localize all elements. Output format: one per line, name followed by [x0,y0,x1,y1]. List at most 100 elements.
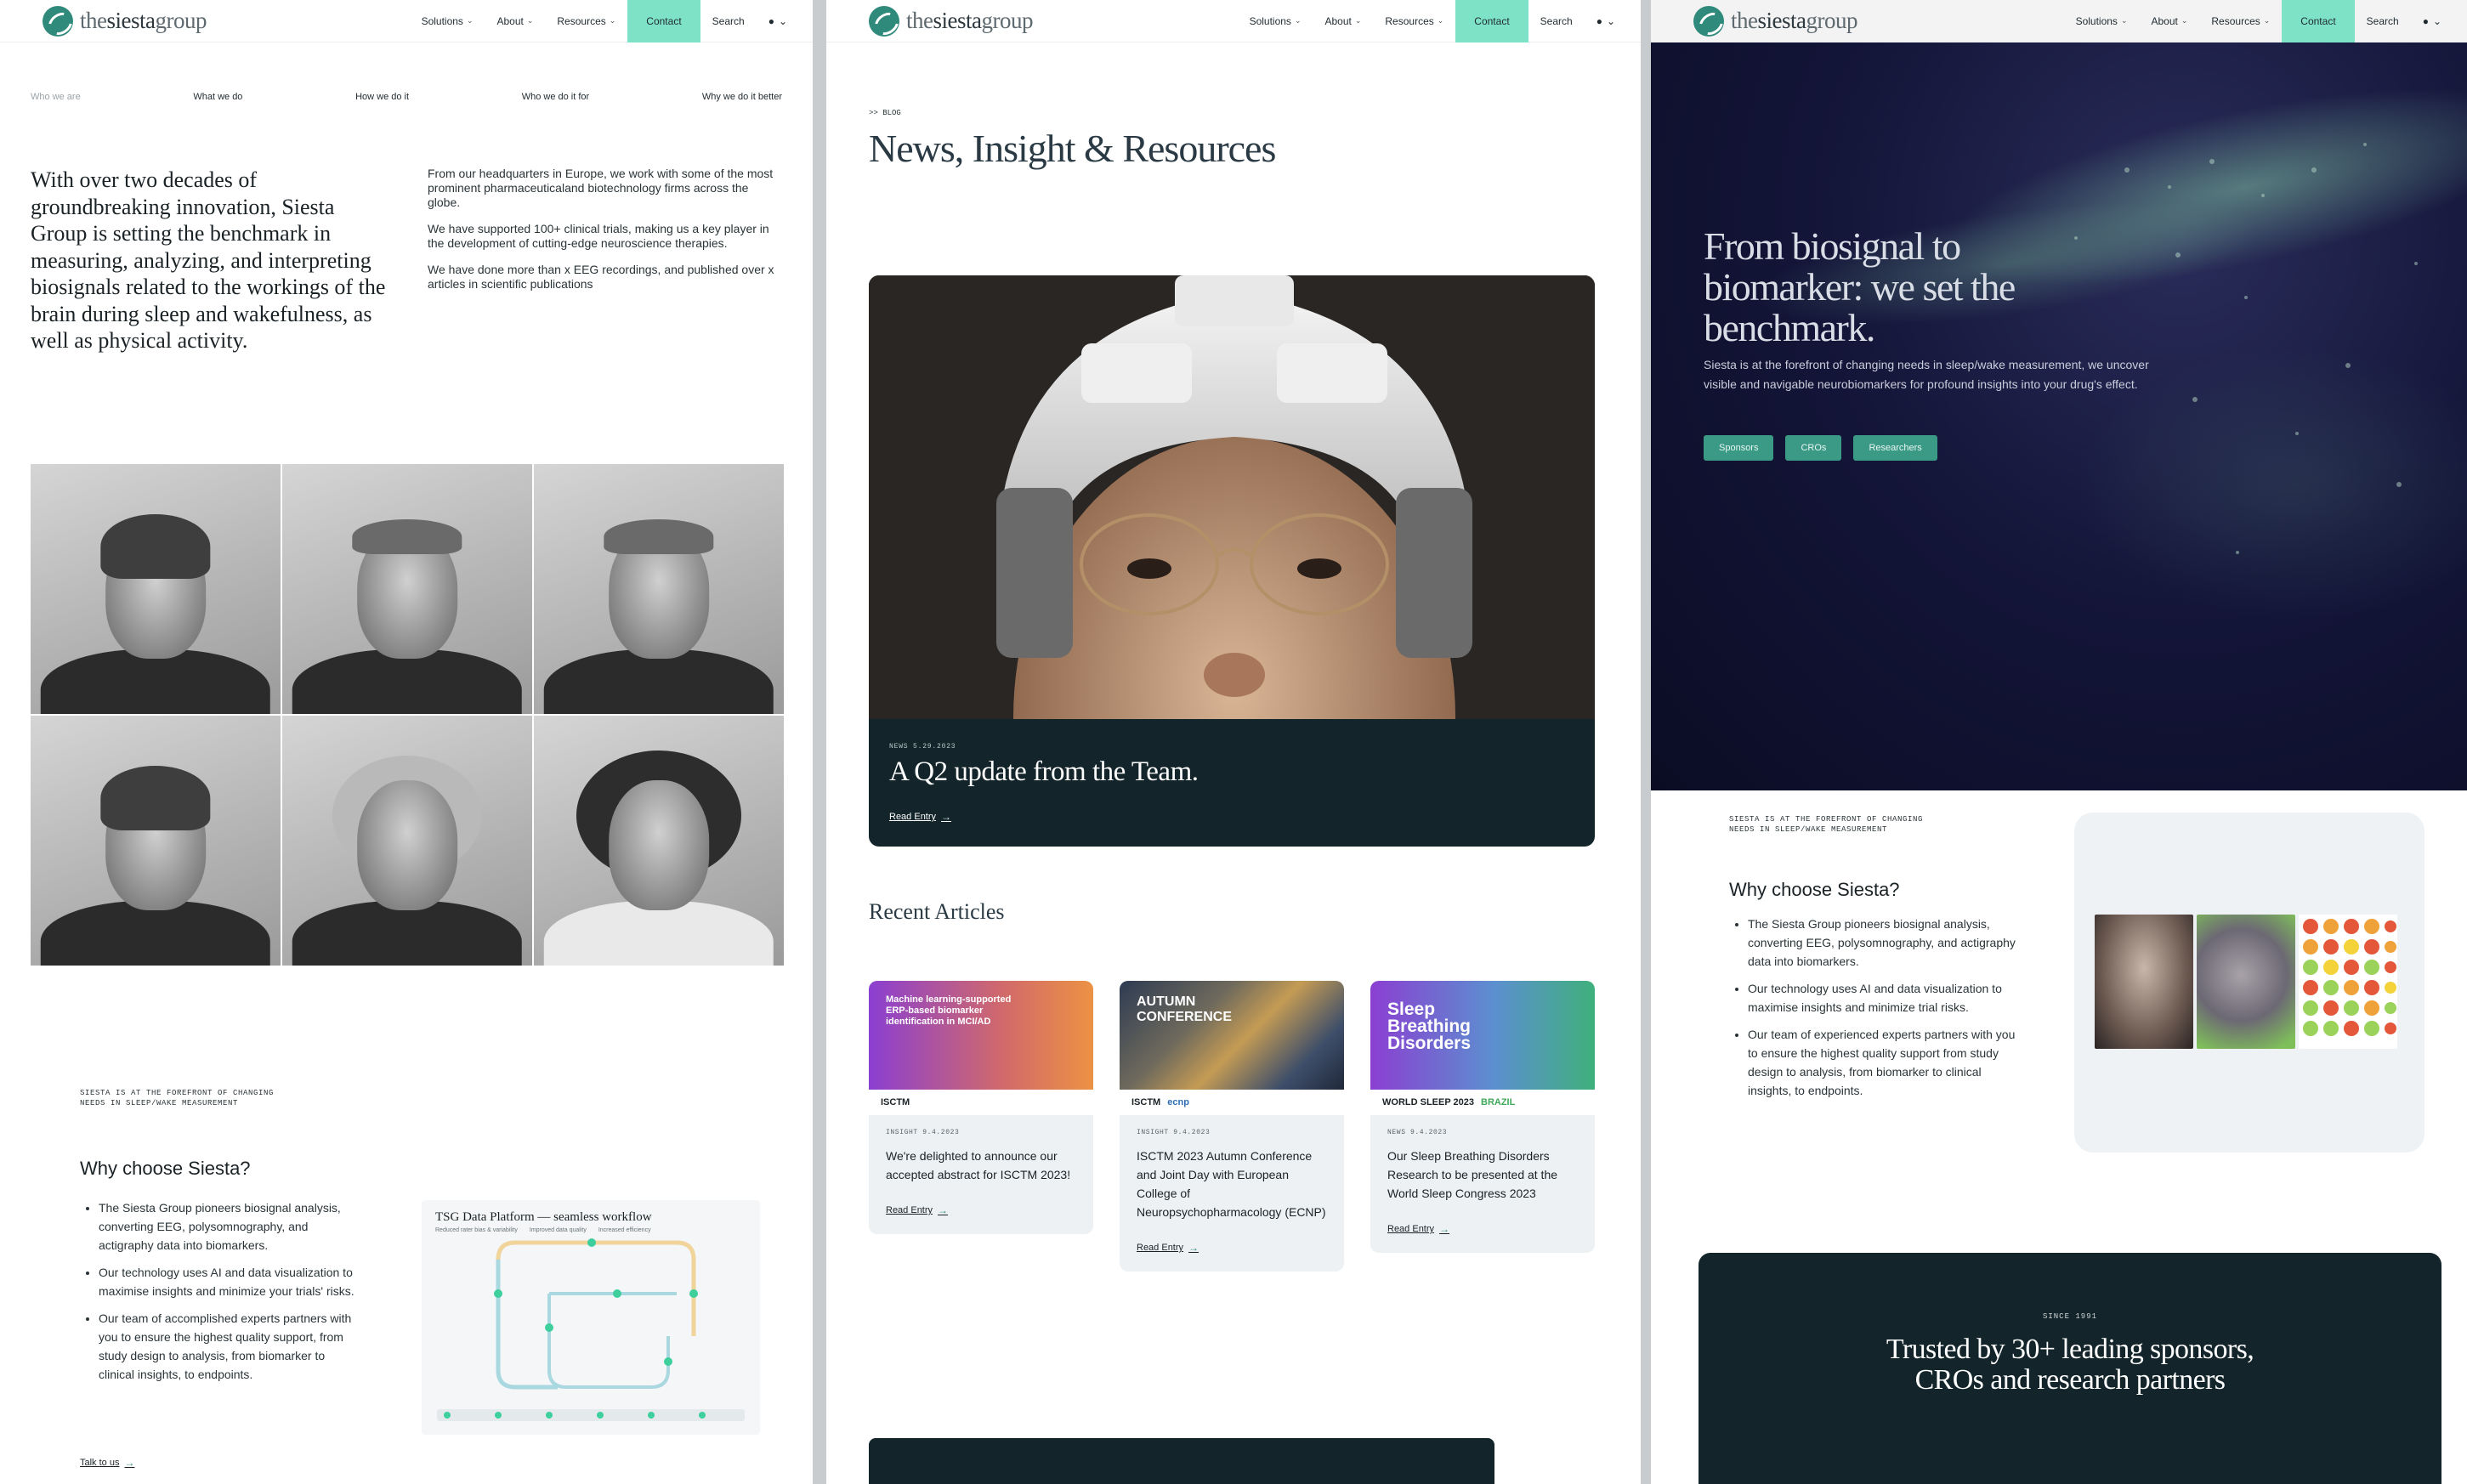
article-meta: INSIGHT 9.4.2023 [1137,1129,1211,1136]
talk-to-us-link[interactable]: Talk to us → [80,1457,134,1469]
about-subnav: Who we are What we do How we do it Who w… [31,92,782,102]
globe-icon: ● [2422,14,2429,27]
article-logos: ISCTM ecnp [1120,1090,1344,1115]
read-entry-link[interactable]: Read Entry → [886,1204,948,1216]
panel-divider [813,0,826,1484]
siesta-logo-icon [869,5,899,37]
subnav-what-we-do[interactable]: What we do [193,92,242,102]
subnav-how-we-do-it[interactable]: How we do it [355,92,409,102]
chevron-down-icon: ⌄ [2181,16,2188,25]
contact-button[interactable]: Contact [2282,0,2355,42]
article-card[interactable]: Sleep Breathing Disorders WORLD SLEEP 20… [1370,981,1595,1253]
featured-article-meta: NEWS 5.29.2023 [889,743,956,750]
team-portrait [534,464,784,714]
chevron-down-icon: ⌄ [778,14,787,27]
cros-button[interactable]: CROs [1785,435,1842,461]
site-logo[interactable]: thesiestagroup [869,0,1033,42]
trusted-by-section: SINCE 1991 Trusted by 30+ leading sponso… [1699,1253,2441,1484]
page-title: News, Insight & Resources [869,127,1276,170]
list-item: Our technology uses AI and data visualiz… [99,1263,360,1300]
article-title: Our Sleep Breathing Disorders Research t… [1387,1149,1558,1200]
particle-background [1755,88,2467,620]
arrow-right-icon: → [1188,1242,1199,1254]
list-item: Our team of experienced experts partners… [1748,1025,2018,1100]
language-switcher[interactable]: ● ⌄ [2423,15,2441,27]
top-nav: thesiestagroup Solutions ⌄ About ⌄ Resourc… [0,0,813,42]
team-portrait [31,716,281,966]
nav-resources[interactable]: Resources ⌄ [1385,15,1443,27]
chevron-down-icon: ⌄ [609,16,616,25]
chevron-down-icon: ⌄ [1354,16,1362,25]
globe-icon: ● [768,14,774,27]
nav-about[interactable]: About ⌄ [1324,15,1361,27]
arrow-right-icon: → [1439,1223,1450,1235]
site-logo[interactable]: thesiestagroup [1693,0,1857,42]
article-card[interactable]: AUTUMN CONFERENCE ISCTM ecnp INSIGHT 9.4.… [1120,981,1344,1272]
language-switcher[interactable]: ● ⌄ [768,15,787,27]
why-choose-title: Why choose Siesta? [1729,879,1900,900]
siesta-logo-icon [43,5,73,37]
about-page-panel: thesiestagroup Solutions ⌄ About ⌄ Resourc… [0,0,813,1484]
blog-page-panel: thesiestagroup Solutions ⌄ About ⌄ Resourc… [826,0,1641,1484]
chevron-down-icon: ⌄ [1437,16,1444,25]
nav-about[interactable]: About ⌄ [496,15,533,27]
nav-resources[interactable]: Resources ⌄ [2211,15,2270,27]
nav-solutions[interactable]: Solutions ⌄ [1250,15,1302,27]
researchers-button[interactable]: Researchers [1853,435,1937,461]
chevron-down-icon: ⌄ [526,16,534,25]
brain-scan-image [2197,915,2295,1049]
arrow-right-icon: → [124,1457,135,1469]
article-title: We're delighted to announce our accepted… [886,1149,1071,1181]
contact-button[interactable]: Contact [627,0,700,42]
chevron-down-icon: ⌄ [2432,14,2441,27]
contact-button[interactable]: Contact [1455,0,1528,42]
article-title: ISCTM 2023 Autumn Conference and Joint D… [1137,1149,1326,1219]
read-entry-link[interactable]: Read Entry → [1387,1223,1449,1235]
team-photo-grid [31,464,784,966]
chevron-down-icon: ⌄ [1294,16,1302,25]
hero-text: Siesta is at the forefront of changing n… [1704,358,2149,391]
trusted-heading: Trusted by 30+ leading sponsors, CROs an… [1886,1334,2254,1396]
siesta-logo-icon [1693,5,1724,37]
subnav-who-we-do-it-for[interactable]: Who we do it for [522,92,589,102]
search-link[interactable]: Search [712,15,745,27]
featured-article-card[interactable]: NEWS 5.29.2023 A Q2 update from the Team… [869,275,1595,847]
list-item: Our technology uses AI and data visualiz… [1748,979,2018,1017]
team-portrait [31,464,281,714]
read-entry-link[interactable]: Read Entry → [1137,1242,1199,1254]
hero-title: From biosignal to biomarker: we set the … [1704,224,2016,349]
topography-maps-image [2299,915,2397,1049]
article-logos: WORLD SLEEP 2023 BRAZIL [1370,1090,1595,1115]
site-logo[interactable]: thesiestagroup [43,0,207,42]
list-item: The Siesta Group pioneers biosignal anal… [1748,915,2018,971]
section-eyebrow: SIESTA IS AT THE FOREFRONT OF CHANGING N… [1729,815,1924,834]
search-link[interactable]: Search [1540,15,1573,27]
chevron-down-icon: ⌄ [466,16,474,25]
nav-about[interactable]: About ⌄ [2151,15,2187,27]
chevron-down-icon: ⌄ [2263,16,2271,25]
since-label: SINCE 1991 [2042,1312,2097,1321]
article-meta: NEWS 9.4.2023 [1387,1129,1448,1136]
section-eyebrow: SIESTA IS AT THE FOREFRONT OF CHANGING N… [80,1089,275,1107]
nav-solutions[interactable]: Solutions ⌄ [2076,15,2128,27]
article-card[interactable]: Machine learning-supported ERP-based bio… [869,981,1093,1234]
nav-solutions[interactable]: Solutions ⌄ [422,15,474,27]
intro-details: From our headquarters in Europe, we work… [428,167,776,303]
why-choose-title: Why choose Siesta? [80,1158,251,1179]
read-entry-link[interactable]: Read Entry → [889,811,951,823]
nav-resources[interactable]: Resources ⌄ [557,15,615,27]
subnav-why-we-do-it-better[interactable]: Why we do it better [702,92,782,102]
language-switcher[interactable]: ● ⌄ [1596,15,1615,27]
why-choose-images [2095,915,2397,1049]
workflow-graphic [437,1238,745,1421]
sponsors-button[interactable]: Sponsors [1704,435,1774,461]
home-hero: From biosignal to biomarker: we set the … [1651,42,2467,790]
search-link[interactable]: Search [2367,15,2399,27]
article-thumbnail: Machine learning-supported ERP-based bio… [869,981,1093,1090]
subnav-who-we-are[interactable]: Who we are [31,92,81,102]
top-nav: thesiestagroup Solutions ⌄ About ⌄ Resourc… [1651,0,2467,42]
featured-article-image [869,275,1595,719]
workflow-diagram: TSG Data Platform — seamless workflow Re… [422,1200,760,1435]
why-choose-list: The Siesta Group pioneers biosignal anal… [1729,915,2018,1108]
panel-divider [1641,0,1651,1484]
